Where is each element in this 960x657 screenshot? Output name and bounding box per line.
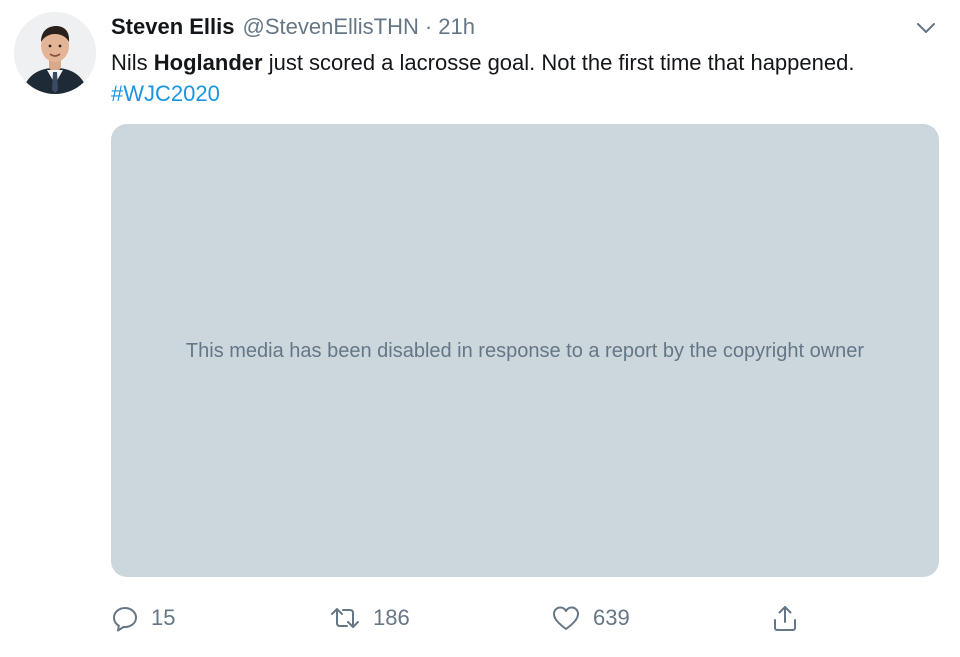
hashtag-link[interactable]: #WJC2020	[111, 81, 220, 106]
tweet-text-part: Nils	[111, 50, 154, 75]
separator-dot: ·	[424, 14, 433, 39]
tweet-actions: 15 186 639	[111, 600, 811, 636]
more-options-button[interactable]	[912, 17, 940, 39]
reply-count: 15	[151, 605, 176, 630]
retweet-button[interactable]: 186	[329, 600, 410, 636]
share-button[interactable]	[771, 600, 799, 636]
tweet-text-part: just scored a lacrosse goal. Not the fir…	[262, 50, 855, 75]
media-disabled-message: This media has been disabled in response…	[185, 339, 865, 362]
author-name[interactable]: Steven Ellis	[111, 14, 235, 40]
heart-icon	[553, 606, 579, 630]
media-placeholder: This media has been disabled in response…	[111, 124, 939, 577]
reply-button[interactable]: 15	[111, 600, 175, 636]
tweet-text-bold: Hoglander	[153, 50, 263, 75]
chevron-down-icon	[917, 23, 935, 33]
retweet-icon	[331, 608, 359, 628]
timestamp[interactable]: 21h	[438, 14, 475, 40]
like-button[interactable]: 639	[551, 600, 630, 636]
share-icon	[774, 606, 796, 631]
tweet-text: Nils Hoglander just scored a lacrosse go…	[111, 47, 911, 109]
avatar-image	[14, 12, 96, 94]
reply-icon	[113, 607, 137, 632]
tweet-header: Steven Ellis @StevenEllisTHN · 21h	[111, 14, 900, 42]
author-handle[interactable]: @StevenEllisTHN	[243, 14, 419, 40]
avatar[interactable]	[14, 12, 96, 94]
like-count: 639	[593, 605, 630, 630]
retweet-count: 186	[373, 605, 410, 630]
